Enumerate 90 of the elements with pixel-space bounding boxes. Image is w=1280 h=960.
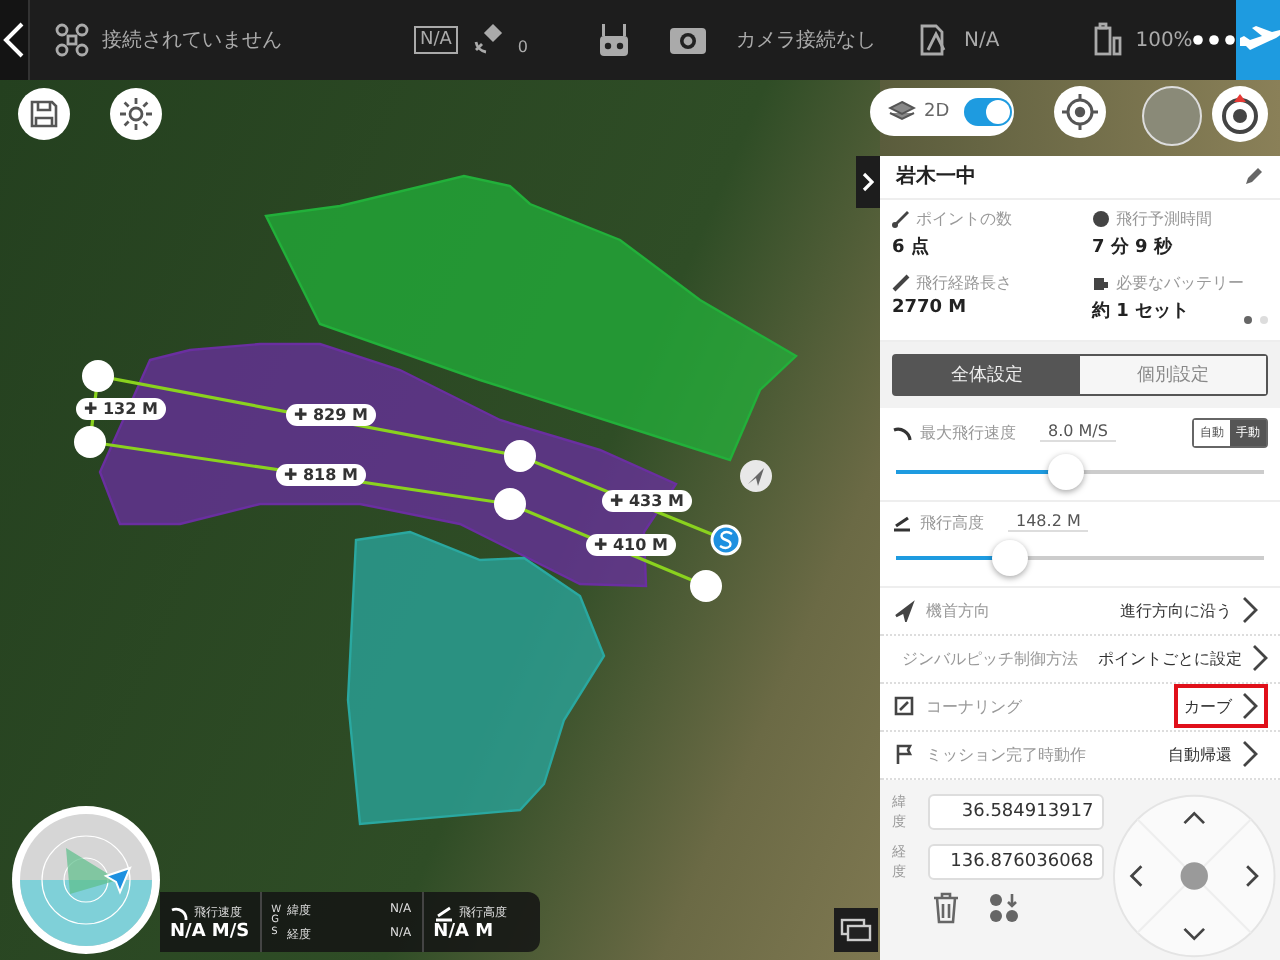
setting-row[interactable]: コーナリング カーブ <box>880 683 1280 732</box>
setting-value: 進行方向に沿う <box>1120 599 1232 622</box>
latitude-field[interactable]: 36.584913917 <box>927 794 1104 830</box>
more-icon <box>1192 34 1237 46</box>
layers-icon <box>888 100 916 124</box>
stat-label: 飛行予測時間 <box>1116 207 1212 230</box>
panel-collapse-handle[interactable] <box>856 156 880 208</box>
start-point-icon[interactable] <box>710 524 742 556</box>
rc-status-badge: N/A <box>414 26 458 54</box>
distance-label: ✚ 132 M <box>76 398 166 420</box>
chevron-right-icon <box>1242 740 1258 769</box>
corner-icon <box>892 694 916 719</box>
settings-icon <box>118 96 154 132</box>
speed-value: N/A M/S <box>170 921 250 941</box>
setting-value: カーブ <box>1184 695 1232 718</box>
setting-row[interactable]: ジンバルピッチ制御方法 ポイントごとに設定 <box>880 635 1280 684</box>
slider-thumb[interactable] <box>992 539 1029 576</box>
max-speed-label: 最大飛行速度 <box>920 421 1016 444</box>
back-button[interactable] <box>0 0 30 80</box>
direction-pad[interactable] <box>1111 792 1276 960</box>
waypoint-marker[interactable] <box>74 426 106 458</box>
altitude-label: 飛行高度 <box>920 511 984 534</box>
chevron-right-icon <box>1242 596 1258 625</box>
settings-tab[interactable]: 全体設定 <box>894 355 1080 394</box>
setting-value: 自動帰還 <box>1168 743 1232 766</box>
stat-value: 6 点 <box>892 234 929 260</box>
finish-icon <box>892 742 916 767</box>
stat-value: 約 1 セット <box>1092 299 1190 324</box>
speed-icon <box>892 423 912 442</box>
remote-controller-icon <box>596 22 633 58</box>
adjust-points-icon[interactable] <box>988 892 1020 924</box>
setting-label: コーナリング <box>926 695 1022 718</box>
map-mode-label: 2D <box>924 102 950 122</box>
page-indicator-dot[interactable] <box>1244 315 1252 324</box>
drone-icon <box>54 22 90 58</box>
home-point-icon[interactable] <box>740 460 772 492</box>
vision-status: N/A <box>964 29 1000 51</box>
clock-icon <box>1092 209 1110 228</box>
chevron-right-icon <box>1252 644 1268 673</box>
satellite-icon <box>469 22 506 58</box>
altitude-icon <box>892 513 912 532</box>
stat-label: 飛行経路長さ <box>916 271 1012 294</box>
slider-thumb[interactable] <box>1047 453 1084 490</box>
stat-label: 必要なバッテリー <box>1116 271 1244 294</box>
crosshair-icon <box>1060 92 1100 132</box>
setting-label: ジンバルピッチ制御方法 <box>902 647 1078 670</box>
stat-value: 7 分 9 秒 <box>1092 235 1172 260</box>
stat-value: 2770 M <box>892 297 967 318</box>
stat-label: ポイントの数 <box>916 207 1012 230</box>
satellite-count: 0 <box>517 38 529 56</box>
speed-icon <box>170 903 188 921</box>
map-mode-toggle[interactable] <box>963 98 1012 126</box>
save-icon <box>28 98 60 130</box>
battery-icon <box>1091 22 1124 58</box>
view-switch-button[interactable] <box>834 908 878 952</box>
camera-status: カメラ接続なし <box>736 27 877 54</box>
setting-value: ポイントごとに設定 <box>1098 647 1242 670</box>
altitude-value: N/A M <box>433 921 496 941</box>
page-indicator-dot[interactable] <box>1260 315 1268 324</box>
compass-icon <box>1218 92 1262 136</box>
max-speed-value: 8.0 M/S <box>1040 422 1116 443</box>
altitude-value: 148.2 M <box>1008 512 1089 533</box>
map-mode-switch[interactable]: 2D <box>870 88 1014 136</box>
waypoint-marker[interactable] <box>690 570 722 602</box>
route-icon <box>892 273 910 292</box>
heading-icon <box>892 598 916 623</box>
route-icon <box>892 209 910 228</box>
battery-icon <box>1092 273 1110 292</box>
setting-row[interactable]: 機首方向 進行方向に沿う <box>880 587 1280 636</box>
waypoint-marker[interactable] <box>504 440 536 472</box>
distance-label: ✚ 433 M <box>602 490 692 512</box>
distance-label: ✚ 818 M <box>276 464 366 486</box>
setting-label: 機首方向 <box>926 599 990 622</box>
chevron-right-icon <box>1242 692 1258 721</box>
camera-icon <box>668 22 709 58</box>
trash-icon[interactable] <box>932 892 960 924</box>
waypoint-marker[interactable] <box>494 488 526 520</box>
battery-level: 100% <box>1135 29 1193 51</box>
waypoint-marker[interactable] <box>82 360 114 392</box>
distance-label: ✚ 410 M <box>586 534 676 556</box>
mission-title: 岩木一中 <box>896 163 976 191</box>
chevron-right-icon <box>862 172 874 192</box>
setting-label: ミッション完了時動作 <box>926 743 1086 766</box>
longitude-field[interactable]: 136.876036068 <box>927 844 1104 880</box>
distance-label: ✚ 829 M <box>286 404 376 426</box>
back-chevron-icon <box>0 20 28 60</box>
windows-icon <box>840 918 872 942</box>
pencil-icon[interactable] <box>1244 166 1264 187</box>
connection-status: 接続されていません <box>102 27 282 54</box>
altitude-icon <box>433 903 454 921</box>
